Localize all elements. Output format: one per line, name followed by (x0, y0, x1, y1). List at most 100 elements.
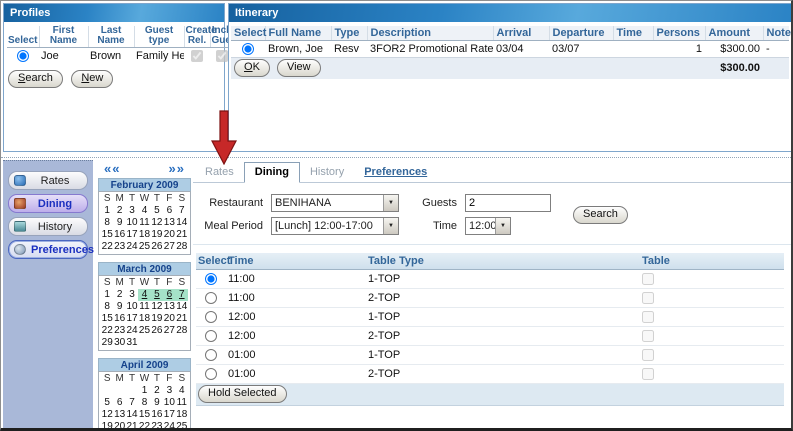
calendar-day[interactable]: 11 (138, 301, 150, 313)
calendar-day[interactable]: 24 (163, 421, 175, 431)
calendar-day[interactable]: 5 (101, 397, 113, 409)
calendar-day[interactable]: 9 (151, 397, 163, 409)
ok-button[interactable]: OK (234, 59, 270, 77)
dining-time-radio[interactable] (205, 330, 217, 342)
calendar-day[interactable]: 22 (101, 325, 113, 337)
calendar-day[interactable]: 10 (163, 397, 175, 409)
calendar-day[interactable]: 25 (138, 325, 150, 337)
calendar-prev-icon[interactable]: «« (104, 162, 120, 176)
calendar-day[interactable]: 15 (101, 313, 113, 325)
itinerary-select-radio[interactable] (242, 43, 254, 55)
calendar-day[interactable]: 4 (138, 289, 150, 301)
chevron-down-icon[interactable]: ▼ (495, 218, 510, 234)
calendar-day[interactable]: 23 (113, 241, 125, 253)
calendar-day[interactable]: 14 (176, 217, 188, 229)
calendar-day[interactable]: 16 (151, 409, 163, 421)
calendar-day[interactable]: 15 (138, 409, 150, 421)
calendar-day[interactable]: 2 (113, 289, 125, 301)
calendar-day[interactable]: 3 (126, 205, 138, 217)
calendar-day[interactable]: 22 (101, 241, 113, 253)
calendar-day[interactable]: 25 (176, 421, 188, 431)
calendar-day[interactable]: 13 (163, 217, 175, 229)
calendar-day[interactable]: 17 (163, 409, 175, 421)
chevron-down-icon[interactable]: ▼ (383, 218, 398, 234)
calendar-day[interactable]: 5 (151, 205, 163, 217)
dining-table-checkbox[interactable] (642, 330, 654, 342)
calendar-day[interactable]: 27 (163, 241, 175, 253)
calendar-day[interactable]: 18 (176, 409, 188, 421)
dining-time-radio[interactable] (205, 292, 217, 304)
calendar-day[interactable]: 1 (138, 385, 150, 397)
calendar-day[interactable]: 14 (176, 301, 188, 313)
calendar-day[interactable]: 1 (101, 289, 113, 301)
restaurant-select[interactable]: BENIHANA ▼ (271, 194, 399, 212)
chevron-down-icon[interactable]: ▼ (383, 195, 398, 211)
dining-time-radio[interactable] (205, 273, 217, 285)
sidebar-item-rates[interactable]: Rates (8, 171, 88, 190)
search-profiles-button[interactable]: Search (8, 70, 63, 88)
dining-time-radio[interactable] (205, 368, 217, 380)
calendar-day[interactable]: 13 (113, 409, 125, 421)
calendar-day[interactable]: 26 (151, 325, 163, 337)
calendar-day[interactable]: 16 (113, 229, 125, 241)
calendar-day[interactable]: 12 (151, 217, 163, 229)
calendar-day[interactable]: 19 (151, 229, 163, 241)
calendar-day[interactable]: 25 (138, 241, 150, 253)
calendar-day[interactable]: 10 (126, 301, 138, 313)
calendar-day[interactable]: 21 (176, 313, 188, 325)
calendar-day[interactable]: 21 (126, 421, 138, 431)
calendar-day[interactable]: 22 (138, 421, 150, 431)
dining-table-checkbox[interactable] (642, 368, 654, 380)
tab-history[interactable]: History (300, 163, 354, 182)
view-button[interactable]: View (277, 59, 321, 77)
tab-preferences[interactable]: Preferences (354, 163, 437, 182)
calendar-day[interactable]: 3 (126, 289, 138, 301)
calendar-day[interactable]: 6 (163, 205, 175, 217)
calendar-day[interactable]: 19 (151, 313, 163, 325)
time-select[interactable]: 12:00 ▼ (465, 217, 511, 235)
calendar-day[interactable]: 2 (151, 385, 163, 397)
calendar-day[interactable]: 18 (138, 229, 150, 241)
calendar-day[interactable]: 4 (176, 385, 188, 397)
calendar-day[interactable]: 10 (126, 217, 138, 229)
calendar-day[interactable]: 30 (113, 337, 125, 349)
calendar-day[interactable]: 4 (138, 205, 150, 217)
tab-rates[interactable]: Rates (195, 163, 244, 182)
calendar-day[interactable]: 19 (101, 421, 113, 431)
calendar-day[interactable]: 21 (176, 229, 188, 241)
calendar-day[interactable]: 2 (113, 205, 125, 217)
calendar-day[interactable]: 5 (151, 289, 163, 301)
calendar-day[interactable]: 15 (101, 229, 113, 241)
calendar-day[interactable]: 11 (138, 217, 150, 229)
calendar-day[interactable]: 12 (151, 301, 163, 313)
calendar-day[interactable]: 12 (101, 409, 113, 421)
calendar-day[interactable]: 8 (101, 217, 113, 229)
calendar-day[interactable]: 23 (151, 421, 163, 431)
calendar-day[interactable]: 9 (113, 217, 125, 229)
guests-input[interactable] (465, 194, 551, 212)
create-rel-checkbox[interactable] (191, 50, 203, 62)
calendar-day[interactable]: 11 (176, 397, 188, 409)
dining-table-checkbox[interactable] (642, 349, 654, 361)
calendar-next-icon[interactable]: »» (169, 162, 185, 176)
calendar-day[interactable]: 28 (176, 325, 188, 337)
dining-time-radio[interactable] (205, 349, 217, 361)
calendar-day[interactable]: 8 (138, 397, 150, 409)
calendar-day[interactable]: 8 (101, 301, 113, 313)
calendar-day[interactable]: 17 (126, 313, 138, 325)
calendar-day[interactable]: 16 (113, 313, 125, 325)
profile-select-radio[interactable] (17, 50, 29, 62)
meal-period-select[interactable]: [Lunch] 12:00-17:00 ▼ (271, 217, 399, 235)
calendar-day[interactable]: 23 (113, 325, 125, 337)
sidebar-item-history[interactable]: History (8, 217, 88, 236)
calendar-day[interactable]: 7 (176, 205, 188, 217)
calendar-day[interactable]: 17 (126, 229, 138, 241)
calendar-day[interactable]: 6 (163, 289, 175, 301)
calendar-day[interactable]: 9 (113, 301, 125, 313)
dining-search-button[interactable]: Search (573, 206, 628, 224)
tab-dining[interactable]: Dining (244, 162, 300, 183)
calendar-day[interactable]: 29 (101, 337, 113, 349)
calendar-day[interactable]: 24 (126, 241, 138, 253)
calendar-day[interactable]: 24 (126, 325, 138, 337)
calendar-day[interactable]: 31 (126, 337, 138, 349)
